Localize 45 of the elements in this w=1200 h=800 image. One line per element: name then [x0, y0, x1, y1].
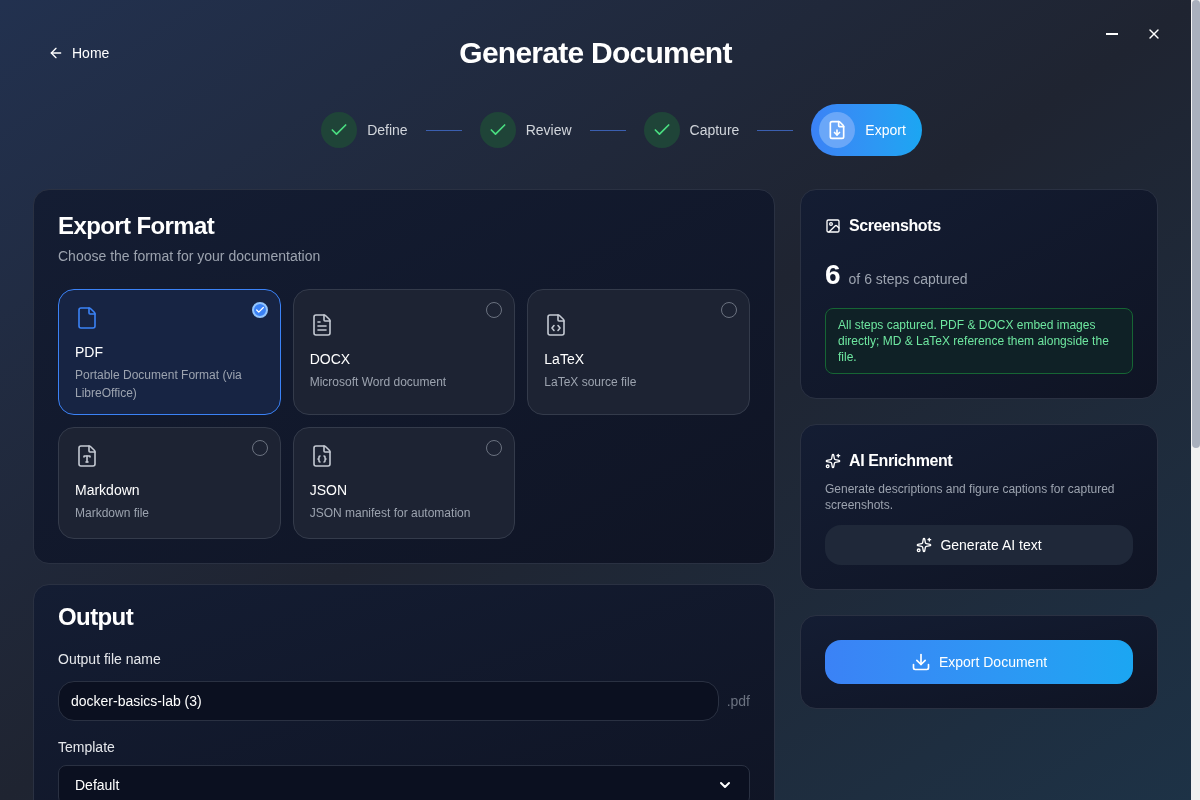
radio-indicator[interactable] — [251, 302, 268, 318]
template-select[interactable]: Default — [58, 765, 750, 800]
format-description: Portable Document Format (via LibreOffice) — [75, 367, 243, 402]
captured-caption: of 6 steps captured — [848, 270, 968, 289]
format-description: Markdown file — [75, 505, 151, 522]
format-card[interactable]: JSON JSON manifest for automation — [292, 427, 516, 539]
scrollbar-thumb[interactable] — [1191, 0, 1200, 448]
format-card[interactable]: Markdown Markdown file — [58, 427, 281, 539]
format-card[interactable]: LaTeX LaTeX source file — [527, 289, 750, 415]
format-card[interactable]: DOCX Microsoft Word document — [292, 289, 516, 415]
home-link[interactable]: Home — [48, 43, 110, 63]
format-card[interactable]: PDF Portable Document Format (via LibreOffice) — [58, 289, 281, 415]
sparkles-icon — [916, 537, 933, 553]
file-download-icon — [827, 120, 848, 140]
file-icon — [75, 306, 99, 330]
format-name: JSON — [309, 481, 348, 500]
card-description: Generate descriptions and figure captions for captured screenshots. — [825, 481, 1116, 513]
success-notice: All steps captured. PDF & DOCX embed images directly; MD & LaTeX reference them alongside the file. — [825, 308, 1133, 374]
section-title: Output — [58, 602, 135, 632]
format-description: JSON manifest for automation — [309, 505, 472, 522]
format-name: Markdown — [75, 481, 141, 500]
format-name: PDF — [75, 343, 104, 362]
format-description: LaTeX source file — [544, 374, 638, 391]
card-title: Screenshots — [849, 216, 941, 236]
captured-count: 6 — [825, 258, 841, 292]
step-tab[interactable]: Define — [321, 104, 408, 156]
step-tab[interactable]: Review — [479, 104, 572, 156]
card-title: AI Enrichment — [849, 451, 953, 471]
section-title: Export Format — [58, 211, 216, 241]
generate-ai-button[interactable]: Generate AI text — [825, 525, 1133, 565]
section-subtitle: Choose the format for your documentation — [58, 247, 322, 266]
format-description: Microsoft Word document — [309, 374, 448, 391]
image-icon — [825, 218, 841, 234]
file-name-field[interactable]: docker-basics-lab (3) — [58, 681, 719, 721]
format-name: LaTeX — [544, 350, 586, 369]
page-title: Generate Document — [459, 34, 732, 71]
sparkles-icon — [825, 453, 841, 469]
text-file-icon — [75, 444, 99, 468]
step-tab[interactable]: Capture — [643, 104, 740, 156]
download-icon — [910, 652, 931, 672]
field-label: Template — [58, 738, 116, 757]
format-name: DOCX — [309, 350, 352, 369]
file-extension: .pdf — [726, 692, 750, 711]
minimize-icon — [1106, 33, 1118, 35]
field-label: Output file name — [58, 650, 162, 669]
